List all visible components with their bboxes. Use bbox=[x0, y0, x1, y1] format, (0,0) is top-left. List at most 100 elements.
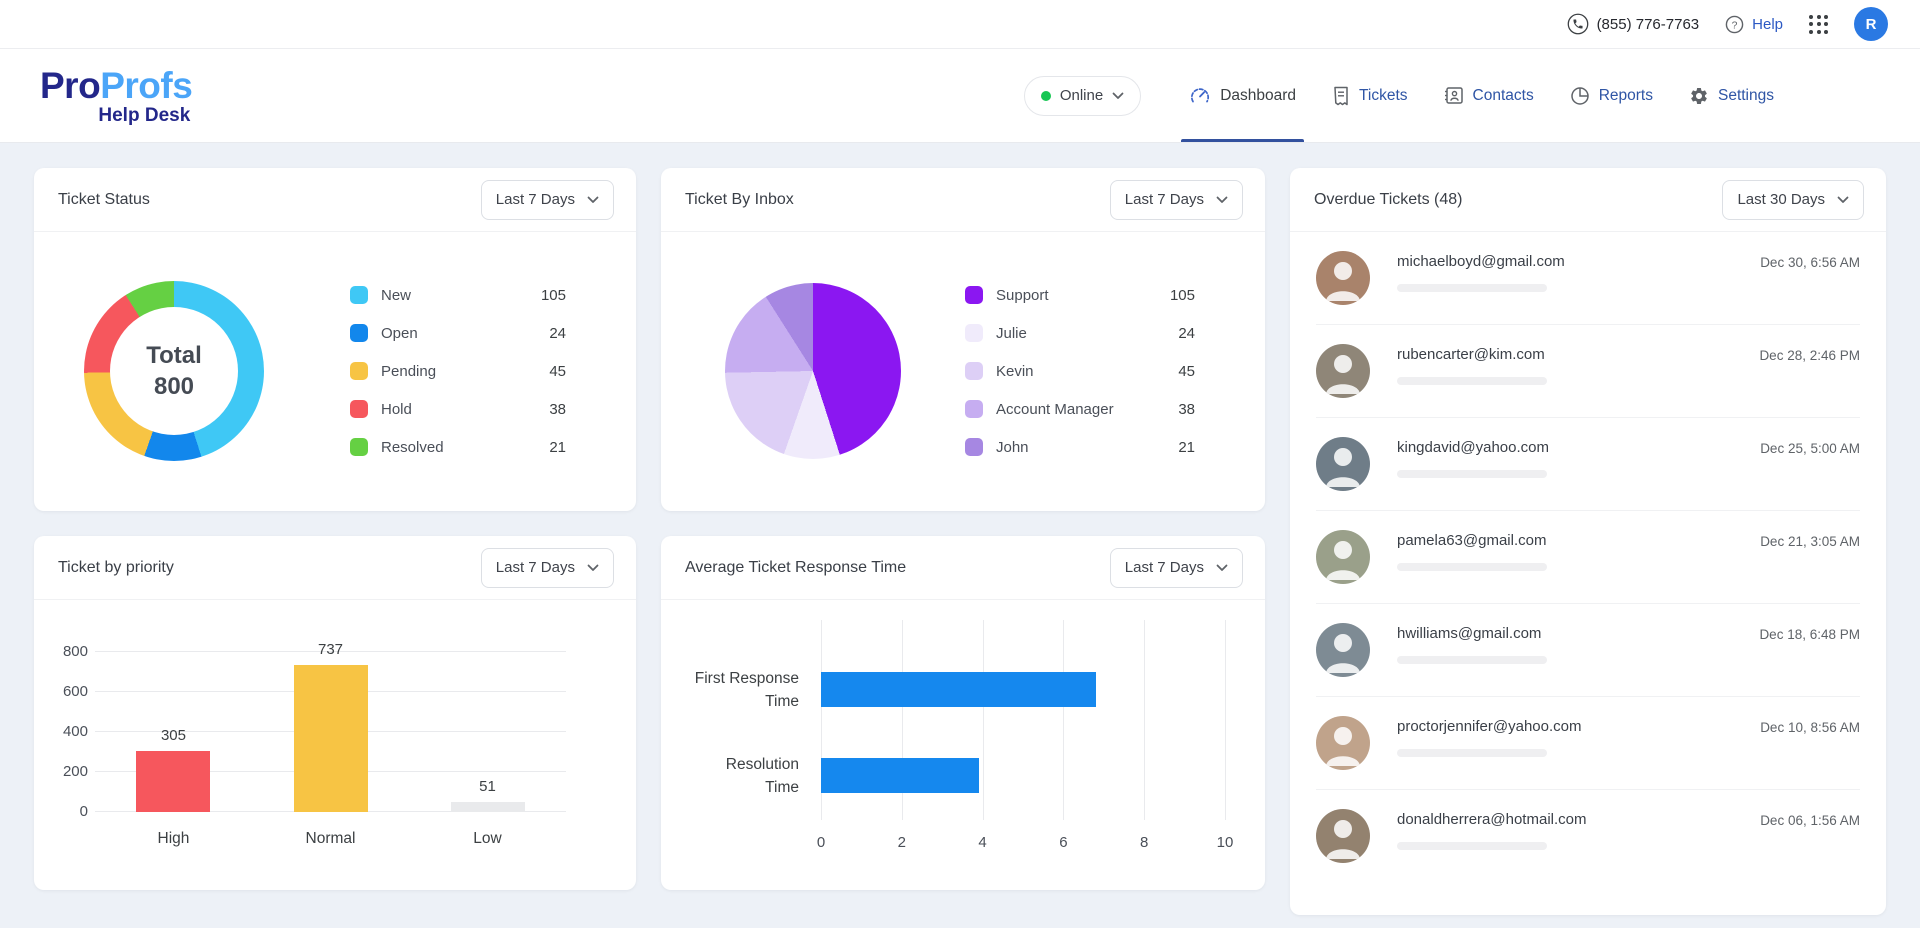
legend-swatch bbox=[965, 286, 983, 304]
contact-email: proctorjennifer@yahoo.com bbox=[1397, 718, 1581, 735]
legend-label: Julie bbox=[996, 325, 1027, 342]
legend-label: John bbox=[996, 439, 1029, 456]
y-axis-tick-label: 600 bbox=[63, 682, 88, 702]
bar-value-label: 51 bbox=[479, 778, 496, 795]
logo-tagline: Help Desk bbox=[98, 106, 190, 125]
legend-swatch bbox=[965, 362, 983, 380]
subject-placeholder-bar bbox=[1397, 749, 1547, 757]
help-link[interactable]: ? Help bbox=[1725, 15, 1783, 34]
y-axis-tick-label: 0 bbox=[80, 802, 88, 822]
top-utility-bar: (855) 776-7763 ? Help R bbox=[0, 0, 1920, 49]
ticket-status-range-dropdown[interactable]: Last 7 Days bbox=[481, 180, 614, 220]
overdue-ticket-row[interactable]: proctorjennifer@yahoo.com Dec 10, 8:56 A… bbox=[1316, 697, 1860, 790]
online-status-label: Online bbox=[1060, 87, 1103, 104]
person-silhouette-icon bbox=[1316, 344, 1370, 398]
legend-value: 105 bbox=[1170, 287, 1195, 304]
response-range-dropdown[interactable]: Last 7 Days bbox=[1110, 548, 1243, 588]
chevron-down-icon bbox=[587, 196, 599, 204]
x-axis-category-label: High bbox=[158, 830, 190, 848]
chevron-down-icon bbox=[1216, 564, 1228, 572]
nav-tab-reports[interactable]: Reports bbox=[1552, 49, 1671, 142]
overdue-ticket-row[interactable]: kingdavid@yahoo.com Dec 25, 5:00 AM bbox=[1316, 418, 1860, 511]
user-avatar[interactable]: R bbox=[1854, 7, 1888, 41]
overdue-range-dropdown[interactable]: Last 30 Days bbox=[1722, 180, 1864, 220]
overdue-ticket-row[interactable]: hwilliams@gmail.com Dec 18, 6:48 PM bbox=[1316, 604, 1860, 697]
nav-tab-label: Reports bbox=[1599, 87, 1653, 105]
contacts-icon bbox=[1444, 86, 1464, 105]
contact-avatar bbox=[1316, 716, 1370, 770]
legend-label: Support bbox=[996, 287, 1049, 304]
contact-email: donaldherrera@hotmail.com bbox=[1397, 811, 1587, 828]
overdue-timestamp: Dec 25, 5:00 AM bbox=[1760, 437, 1860, 456]
legend-swatch bbox=[350, 400, 368, 418]
legend-swatch bbox=[350, 286, 368, 304]
logo-wordmark: ProProfs bbox=[40, 67, 192, 104]
nav-tab-label: Tickets bbox=[1359, 87, 1408, 105]
nav-tab-label: Dashboard bbox=[1220, 87, 1296, 105]
legend-row: Hold 38 bbox=[350, 390, 566, 428]
contact-avatar bbox=[1316, 809, 1370, 863]
ticket-by-inbox-title: Ticket By Inbox bbox=[685, 191, 794, 209]
overdue-row-main: proctorjennifer@yahoo.com bbox=[1397, 716, 1581, 757]
contact-avatar bbox=[1316, 251, 1370, 305]
legend-value: 105 bbox=[541, 287, 566, 304]
x-axis-tick-label: 0 bbox=[817, 834, 825, 851]
legend-value: 45 bbox=[1178, 363, 1195, 380]
phone-contact: (855) 776-7763 bbox=[1567, 13, 1700, 35]
contact-avatar bbox=[1316, 437, 1370, 491]
response-time-title: Average Ticket Response Time bbox=[685, 559, 906, 577]
apps-grid-icon[interactable] bbox=[1809, 15, 1828, 34]
legend-row: Open 24 bbox=[350, 314, 566, 352]
ticket-by-inbox-card: Ticket By Inbox Last 7 Days Support 105 bbox=[661, 168, 1265, 511]
chevron-down-icon bbox=[587, 564, 599, 572]
contact-email: kingdavid@yahoo.com bbox=[1397, 439, 1549, 456]
ticket-status-card: Ticket Status Last 7 Days Total 800 bbox=[34, 168, 636, 511]
contact-email: rubencarter@kim.com bbox=[1397, 346, 1547, 363]
response-time-bar-chart: 0246810 First ResponseTimeResolutionTime bbox=[681, 620, 1225, 860]
subject-placeholder-bar bbox=[1397, 842, 1547, 850]
legend-label: Kevin bbox=[996, 363, 1034, 380]
overdue-ticket-row[interactable]: pamela63@gmail.com Dec 21, 3:05 AM bbox=[1316, 511, 1860, 604]
overdue-timestamp: Dec 06, 1:56 AM bbox=[1760, 809, 1860, 828]
ticket-by-inbox-range-dropdown[interactable]: Last 7 Days bbox=[1110, 180, 1243, 220]
legend-swatch bbox=[350, 324, 368, 342]
priority-plot-area: 305High737Normal51Low bbox=[95, 652, 566, 812]
legend-label: Resolved bbox=[381, 439, 444, 456]
overdue-row-main: kingdavid@yahoo.com bbox=[1397, 437, 1549, 478]
contact-email: pamela63@gmail.com bbox=[1397, 532, 1547, 549]
legend-row: Pending 45 bbox=[350, 352, 566, 390]
dashboard-icon bbox=[1189, 85, 1211, 107]
person-silhouette-icon bbox=[1316, 530, 1370, 584]
person-silhouette-icon bbox=[1316, 716, 1370, 770]
legend-label: New bbox=[381, 287, 411, 304]
chevron-down-icon bbox=[1112, 92, 1124, 100]
ticket-by-priority-title: Ticket by priority bbox=[58, 559, 174, 577]
nav-tab-contacts[interactable]: Contacts bbox=[1426, 49, 1552, 142]
contact-email: michaelboyd@gmail.com bbox=[1397, 253, 1565, 270]
y-axis-category-label: First ResponseTime bbox=[681, 666, 799, 713]
overdue-ticket-row[interactable]: rubencarter@kim.com Dec 28, 2:46 PM bbox=[1316, 325, 1860, 418]
priority-range-dropdown[interactable]: Last 7 Days bbox=[481, 548, 614, 588]
legend-swatch bbox=[350, 362, 368, 380]
contact-email: hwilliams@gmail.com bbox=[1397, 625, 1547, 642]
overdue-ticket-row[interactable]: michaelboyd@gmail.com Dec 30, 6:56 AM bbox=[1316, 232, 1860, 325]
overdue-timestamp: Dec 21, 3:05 AM bbox=[1760, 530, 1860, 549]
priority-y-axis: 0200400600800 bbox=[54, 652, 95, 812]
x-axis-tick-label: 4 bbox=[978, 834, 986, 851]
overdue-timestamp: Dec 10, 8:56 AM bbox=[1760, 716, 1860, 735]
proprofs-logo[interactable]: ProProfs Help Desk bbox=[40, 67, 192, 125]
overdue-ticket-row[interactable]: donaldherrera@hotmail.com Dec 06, 1:56 A… bbox=[1316, 790, 1860, 883]
nav-tab-dashboard[interactable]: Dashboard bbox=[1171, 49, 1314, 142]
subject-placeholder-bar bbox=[1397, 284, 1547, 292]
legend-row: Account Manager 38 bbox=[965, 390, 1195, 428]
legend-swatch bbox=[965, 438, 983, 456]
nav-tab-tickets[interactable]: Tickets bbox=[1314, 49, 1426, 142]
nav-tab-settings[interactable]: Settings bbox=[1671, 49, 1792, 142]
x-axis-tick-label: 6 bbox=[1059, 834, 1067, 851]
settings-gear-icon bbox=[1689, 86, 1709, 106]
contact-avatar bbox=[1316, 344, 1370, 398]
priority-bar: 51 bbox=[451, 778, 525, 812]
online-status-dropdown[interactable]: Online bbox=[1024, 76, 1141, 116]
person-silhouette-icon bbox=[1316, 623, 1370, 677]
legend-value: 24 bbox=[549, 325, 566, 342]
